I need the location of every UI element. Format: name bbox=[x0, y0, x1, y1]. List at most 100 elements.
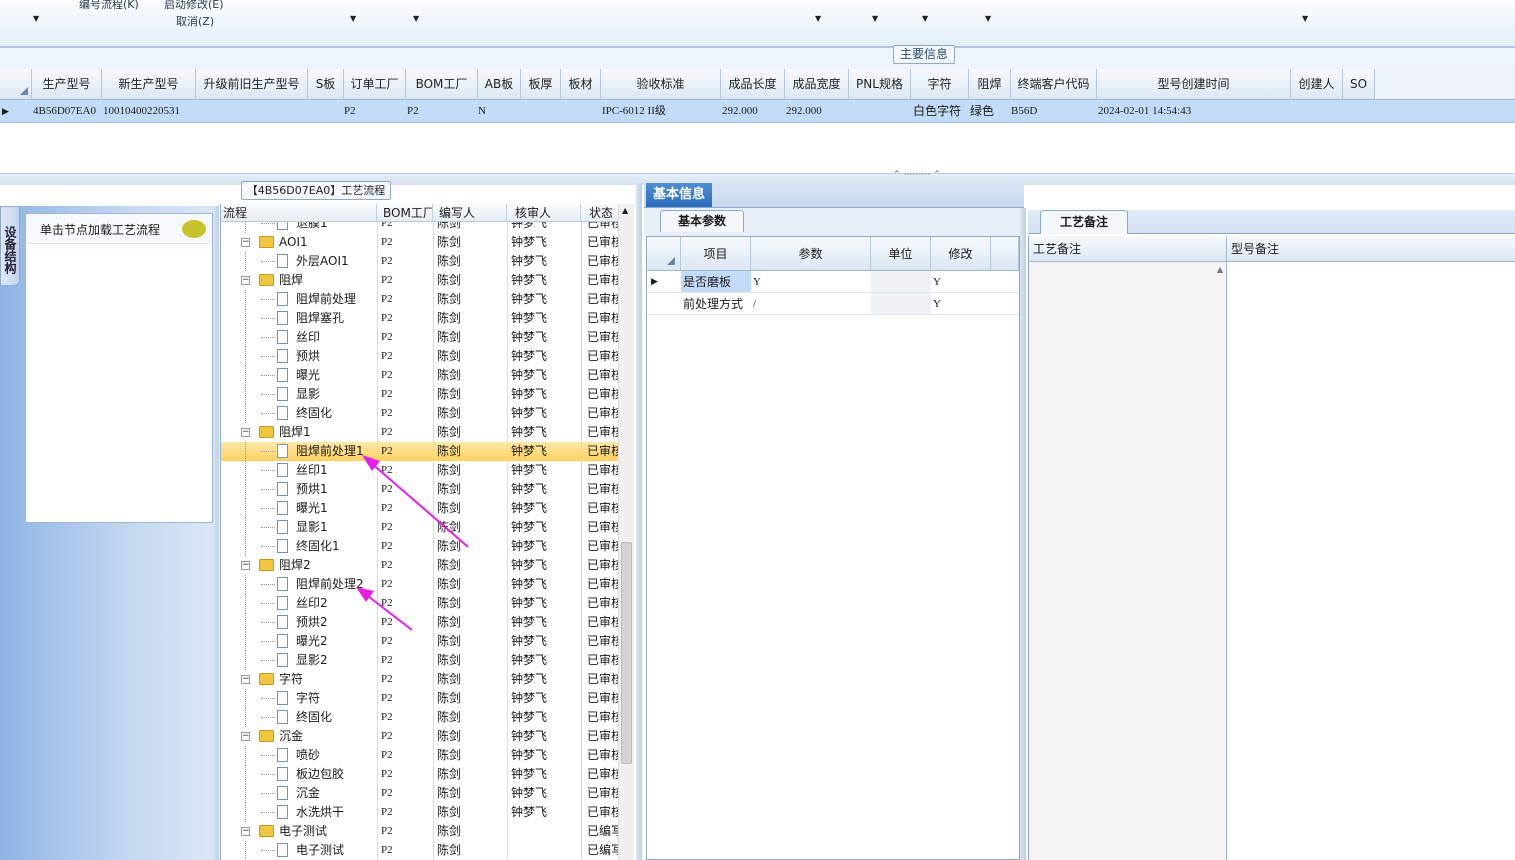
dropdown-arrow-icon[interactable]: ▼ bbox=[815, 14, 821, 23]
tree-node-label[interactable]: 丝印1 bbox=[296, 461, 328, 480]
params-col-header[interactable]: 参数 bbox=[751, 237, 871, 271]
params-cell-modify[interactable]: Y bbox=[933, 293, 941, 315]
table-row[interactable]: ▶ 4B56D07EA0 10010400220531 P2 P2 N IPC-… bbox=[0, 100, 1515, 123]
table-cell[interactable]: IPC-6012 II级 bbox=[602, 100, 666, 123]
tree-node-label[interactable]: 沉金 bbox=[296, 784, 320, 803]
tree-node-label[interactable]: 阻焊前处理 bbox=[296, 290, 356, 309]
tree-node-label[interactable]: 丝印 bbox=[296, 328, 320, 347]
col-header[interactable]: 终端客户代码 bbox=[1011, 69, 1097, 100]
dropdown-arrow-icon[interactable]: ▼ bbox=[350, 14, 356, 23]
col-header[interactable]: 验收标准 bbox=[601, 69, 721, 100]
tree-node-label[interactable]: 阻焊2 bbox=[279, 556, 311, 575]
col-header[interactable]: 字符 bbox=[911, 69, 969, 100]
tree-node-label[interactable]: 终固化 bbox=[296, 404, 332, 423]
menu-start-modify[interactable]: 启动修改(E) bbox=[164, 0, 224, 12]
tree-row[interactable]: 终固化 P2 陈剑 钟梦飞 已审核 bbox=[221, 708, 619, 727]
tree-node-label[interactable]: 板边包胶 bbox=[296, 765, 344, 784]
collapse-toggle-icon[interactable]: − bbox=[241, 428, 250, 437]
table-cell[interactable]: 4B56D07EA0 bbox=[33, 100, 96, 123]
params-cell-unit[interactable] bbox=[871, 271, 931, 292]
tree-row[interactable]: 显影 P2 陈剑 钟梦飞 已审核 bbox=[221, 385, 619, 404]
dropdown-arrow-icon[interactable]: ▼ bbox=[922, 14, 928, 23]
basic-info-tab[interactable]: 基本信息 bbox=[646, 183, 712, 207]
tree-node-label[interactable]: AOI1 bbox=[279, 233, 308, 252]
table-cell[interactable]: N bbox=[478, 100, 486, 123]
tree-node-label[interactable]: 电子测试 bbox=[296, 841, 344, 860]
tree-row[interactable]: 电子测试 P2 陈剑 已编写 bbox=[221, 841, 619, 860]
tree-node-label[interactable]: 退膜1 bbox=[296, 222, 328, 233]
collapse-toggle-icon[interactable]: − bbox=[241, 276, 250, 285]
tree-node-label[interactable]: 显影 bbox=[296, 385, 320, 404]
table-cell[interactable]: P2 bbox=[407, 100, 419, 123]
tree-node-label[interactable]: 曝光2 bbox=[296, 632, 328, 651]
params-cell-value[interactable]: Y bbox=[753, 271, 761, 293]
dropdown-arrow-icon[interactable]: ▼ bbox=[985, 14, 991, 23]
tree-node-label[interactable]: 终固化 bbox=[296, 708, 332, 727]
params-row[interactable]: ▶ 是否磨板 Y Y bbox=[647, 271, 1019, 293]
params-cell-unit[interactable] bbox=[871, 293, 931, 314]
tree-node-label[interactable]: 丝印2 bbox=[296, 594, 328, 613]
tree-col-header[interactable]: 状态 bbox=[581, 204, 621, 222]
tree-row[interactable]: 阻焊塞孔 P2 陈剑 钟梦飞 已审核 bbox=[221, 309, 619, 328]
params-cell-value[interactable]: / bbox=[753, 293, 756, 315]
tree-node-label[interactable]: 预烘1 bbox=[296, 480, 328, 499]
col-header[interactable]: 创建人 bbox=[1291, 69, 1343, 100]
tree-col-header[interactable]: 流程 bbox=[221, 204, 377, 222]
col-header[interactable]: SO bbox=[1343, 69, 1375, 100]
device-structure-tab[interactable]: 设备结构 bbox=[0, 206, 20, 286]
tree-node-label[interactable]: 电子测试 bbox=[279, 822, 327, 841]
col-header[interactable]: 板材 bbox=[561, 69, 601, 100]
tree-row[interactable]: 阻焊前处理 P2 陈剑 钟梦飞 已审核 bbox=[221, 290, 619, 309]
tree-row[interactable]: 沉金 P2 陈剑 钟梦飞 已审核 bbox=[221, 784, 619, 803]
params-col-header[interactable]: 项目 bbox=[681, 237, 751, 271]
process-flow-tab[interactable]: 【4B56D07EA0】工艺流程 bbox=[241, 181, 391, 200]
col-header[interactable]: 阻焊 bbox=[969, 69, 1011, 100]
tree-node-label[interactable]: 阻焊1 bbox=[279, 423, 311, 442]
scroll-up-icon[interactable]: ▲ bbox=[1217, 265, 1223, 274]
tree-row[interactable]: 终固化 P2 陈剑 钟梦飞 已审核 bbox=[221, 404, 619, 423]
tree-row[interactable]: 水洗烘干 P2 陈剑 钟梦飞 已审核 bbox=[221, 803, 619, 822]
tree-node-label[interactable]: 显影2 bbox=[296, 651, 328, 670]
splitter-grip-icon[interactable]: ⌃ ⋯⋯⋯ ⌃ bbox=[893, 170, 941, 180]
tree-row[interactable]: − 电子测试 P2 陈剑 已编写 bbox=[221, 822, 619, 841]
dropdown-arrow-icon[interactable]: ▼ bbox=[33, 14, 39, 23]
collapse-toggle-icon[interactable]: − bbox=[241, 827, 250, 836]
tree-row[interactable]: − 字符 P2 陈剑 钟梦飞 已审核 bbox=[221, 670, 619, 689]
tree-scrollbar[interactable]: ▲ bbox=[618, 204, 634, 860]
col-header[interactable]: 生产型号 bbox=[32, 69, 102, 100]
process-notes-tab[interactable]: 工艺备注 bbox=[1040, 210, 1128, 234]
tree-row[interactable]: 显影2 P2 陈剑 钟梦飞 已审核 bbox=[221, 651, 619, 670]
tree-row[interactable]: 板边包胶 P2 陈剑 钟梦飞 已审核 bbox=[221, 765, 619, 784]
main-info-tab[interactable]: 主要信息 bbox=[893, 45, 955, 64]
col-header[interactable]: 板厚 bbox=[521, 69, 561, 100]
col-header[interactable]: BOM工厂 bbox=[406, 69, 478, 100]
basic-params-tab[interactable]: 基本参数 bbox=[660, 210, 744, 232]
col-header[interactable]: AB板 bbox=[478, 69, 521, 100]
menu-number-process[interactable]: 编号流程(K) bbox=[79, 0, 139, 12]
col-header[interactable]: 成品宽度 bbox=[785, 69, 849, 100]
dropdown-arrow-icon[interactable]: ▼ bbox=[872, 14, 878, 23]
tree-node-label[interactable]: 曝光1 bbox=[296, 499, 328, 518]
tree-node-label[interactable]: 终固化1 bbox=[296, 537, 340, 556]
tree-node-label[interactable]: 预烘2 bbox=[296, 613, 328, 632]
tree-row[interactable]: 曝光 P2 陈剑 钟梦飞 已审核 bbox=[221, 366, 619, 385]
table-cell[interactable]: 292.000 bbox=[786, 100, 822, 123]
params-cell-modify[interactable]: Y bbox=[933, 271, 941, 293]
tree-row[interactable]: 预烘 P2 陈剑 钟梦飞 已审核 bbox=[221, 347, 619, 366]
tree-node-label[interactable]: 显影1 bbox=[296, 518, 328, 537]
tree-row[interactable]: 外层AOI1 P2 陈剑 钟梦飞 已审核 bbox=[221, 252, 619, 271]
tree-node-label[interactable]: 阻焊 bbox=[279, 271, 303, 290]
scroll-thumb[interactable] bbox=[621, 542, 632, 764]
col-header[interactable]: 成品长度 bbox=[721, 69, 785, 100]
params-col-header[interactable]: 修改 bbox=[931, 237, 991, 271]
tree-node-label[interactable]: 外层AOI1 bbox=[296, 252, 349, 271]
col-header[interactable]: 新生产型号 bbox=[102, 69, 196, 100]
collapse-toggle-icon[interactable]: − bbox=[241, 732, 250, 741]
params-cell-item[interactable]: 是否磨板 bbox=[681, 271, 751, 292]
col-header[interactable]: 订单工厂 bbox=[344, 69, 406, 100]
tree-node-label[interactable]: 曝光 bbox=[296, 366, 320, 385]
col-header[interactable]: 升级前旧生产型号 bbox=[196, 69, 308, 100]
col-header[interactable]: S板 bbox=[308, 69, 344, 100]
tree-row[interactable]: − 阻焊 P2 陈剑 钟梦飞 已审核 bbox=[221, 271, 619, 290]
tree-col-header[interactable]: 核审人 bbox=[507, 204, 581, 222]
